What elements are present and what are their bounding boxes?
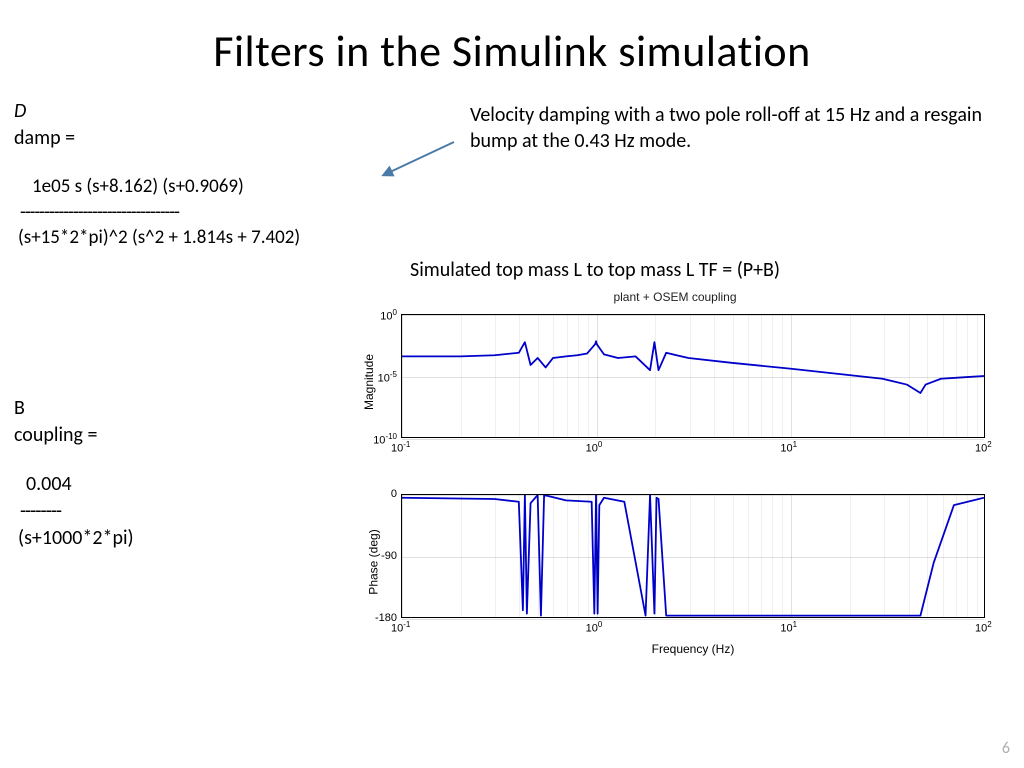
chart-title: plant + OSEM coupling xyxy=(335,290,1015,304)
B-label: B xyxy=(14,395,134,422)
coupling-frac-bar: -------- xyxy=(14,498,134,525)
coupling-denominator: (s+1000*2*pi) xyxy=(14,525,134,552)
mag-trace xyxy=(402,315,984,437)
phase-trace xyxy=(402,495,984,617)
damp-numerator: 1e05 s (s+8.162) (s+0.9069) xyxy=(14,174,434,200)
page-number: 6 xyxy=(1002,739,1010,758)
slide-title: Filters in the Simulink simulation xyxy=(0,0,1024,78)
damp-label: damp = xyxy=(14,125,434,152)
phase-xlabel: Frequency (Hz) xyxy=(401,642,985,656)
coupling-numerator: 0.004 xyxy=(14,471,134,498)
annotation-text: Velocity damping with a two pole roll-of… xyxy=(470,102,990,154)
tf-label: Simulated top mass L to top mass L TF = … xyxy=(410,258,780,282)
coupling-label: coupling = xyxy=(14,422,134,449)
coupling-filter-block: B coupling = 0.004 -------- (s+1000*2*pi… xyxy=(14,395,134,552)
damp-filter-block: D damp = 1e05 s (s+8.162) (s+0.9069) ---… xyxy=(14,98,434,251)
phase-ylabel: Phase (deg) xyxy=(367,529,381,594)
damp-frac-bar: --------------------------------- xyxy=(14,200,434,226)
mag-axes xyxy=(401,314,985,438)
damp-formula: 1e05 s (s+8.162) (s+0.9069) ------------… xyxy=(14,174,434,251)
D-label: D xyxy=(14,98,434,125)
phase-axes xyxy=(401,494,985,618)
bode-chart: plant + OSEM coupling Magnitude 10-1010-… xyxy=(335,290,1015,642)
phase-plot: Phase (deg) Frequency (Hz) -180-90010-11… xyxy=(345,486,1005,638)
magnitude-plot: Magnitude 10-1010-510010-1100101102 xyxy=(345,306,1005,458)
damp-denominator: (s+15*2*pi)^2 (s^2 + 1.814s + 7.402) xyxy=(14,225,434,251)
